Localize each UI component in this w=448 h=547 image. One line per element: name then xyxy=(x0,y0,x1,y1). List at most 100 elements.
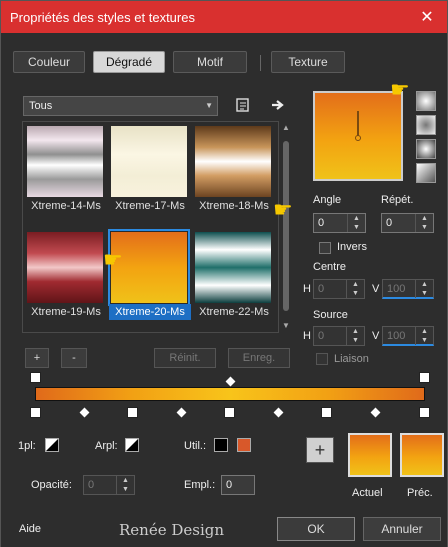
category-value: Tous xyxy=(29,100,53,112)
gradient-swatch xyxy=(27,232,103,303)
gradient-item[interactable]: Xtreme-14-Ms xyxy=(25,124,107,217)
window-title: Propriétés des styles et textures xyxy=(10,9,195,25)
first-plane-swatch[interactable] xyxy=(45,438,59,452)
gradient-item[interactable]: Xtreme-22-Ms xyxy=(193,230,275,323)
pointing-hand-icon: ☛ xyxy=(103,247,123,272)
gradient-name: Xtreme-20-Ms xyxy=(109,304,191,320)
gallery-scrollbar[interactable]: ▲ ▼ xyxy=(279,121,293,333)
center-v-input[interactable]: 100 ▲ ▼ xyxy=(382,279,434,299)
opacity-label: Opacité: xyxy=(31,479,72,491)
color-midpoint[interactable] xyxy=(79,407,90,418)
gradient-name: Xtreme-19-Ms xyxy=(31,306,101,318)
remove-button[interactable]: - xyxy=(61,348,87,368)
color-stop[interactable] xyxy=(419,407,430,418)
watermark-text: Renée Design xyxy=(119,521,225,539)
spinner-arrows-icon[interactable]: ▲ ▼ xyxy=(415,214,433,232)
opacity-midpoint[interactable] xyxy=(225,376,236,387)
title-bar: Propriétés des styles et textures ✕ xyxy=(1,1,447,33)
spinner-arrows-icon: ▲ ▼ xyxy=(415,327,433,345)
angle-handle-icon xyxy=(355,111,361,141)
linear-style-icon[interactable] xyxy=(416,91,436,111)
spinner-arrows-icon: ▲ ▼ xyxy=(346,280,364,298)
add-button[interactable]: + xyxy=(25,348,49,368)
current-label: Actuel xyxy=(352,487,383,499)
gradient-item[interactable]: Xtreme-19-Ms xyxy=(25,230,107,323)
gradient-preview[interactable] xyxy=(313,91,403,181)
spinner-arrows-icon: ▲ ▼ xyxy=(415,280,433,298)
background-label: Arpl: xyxy=(95,440,118,452)
radial-style-icon[interactable] xyxy=(416,139,436,159)
help-link[interactable]: Aide xyxy=(19,523,41,535)
angle-input[interactable]: 0 ▲ ▼ xyxy=(313,213,366,233)
invert-checkbox[interactable] xyxy=(319,242,331,254)
gradient-swatch xyxy=(195,232,271,303)
gradient-item-selected[interactable]: Xtreme-20-Ms xyxy=(108,229,191,323)
ok-button[interactable]: OK xyxy=(277,517,355,541)
spinner-arrows-icon[interactable]: ▲ ▼ xyxy=(347,214,365,232)
pointing-hand-icon: ☛ xyxy=(390,77,410,102)
gradient-item[interactable]: Xtreme-18-Ms xyxy=(193,124,275,217)
current-swatch[interactable] xyxy=(348,433,392,477)
cancel-button[interactable]: Annuler xyxy=(363,517,441,541)
tab-separator xyxy=(260,55,261,71)
center-v-label: V xyxy=(372,283,380,295)
source-v-input[interactable]: 100 ▲ ▼ xyxy=(382,326,434,346)
opacity-value: 0 xyxy=(88,479,95,491)
source-h-value: 0 xyxy=(318,330,325,342)
background-swatch[interactable] xyxy=(125,438,139,452)
save-button[interactable]: Enreg. xyxy=(228,348,290,368)
user-color-swatch-2[interactable] xyxy=(237,438,251,452)
category-dropdown[interactable]: Tous ▼ xyxy=(23,96,218,116)
add-to-swatches-button[interactable]: + xyxy=(306,437,334,463)
scrollbar-thumb[interactable] xyxy=(283,141,289,311)
angle-value: 0 xyxy=(318,217,325,229)
source-h-input[interactable]: 0 ▲ ▼ xyxy=(313,326,365,346)
previous-swatch[interactable] xyxy=(400,433,444,477)
source-h-label: H xyxy=(303,330,311,342)
color-midpoint[interactable] xyxy=(273,407,284,418)
scroll-down-icon[interactable]: ▼ xyxy=(281,321,291,331)
location-input[interactable]: 0 xyxy=(221,475,255,495)
opacity-input[interactable]: 0 ▲ ▼ xyxy=(83,475,135,495)
center-label: Centre xyxy=(313,261,347,273)
chevron-down-icon: ▼ xyxy=(205,101,213,110)
rectangular-style-icon[interactable] xyxy=(416,115,436,135)
tab-texture[interactable]: Texture xyxy=(271,51,345,73)
previous-label: Préc. xyxy=(407,487,433,499)
arrow-right-icon[interactable] xyxy=(269,96,287,114)
center-h-input[interactable]: 0 ▲ ▼ xyxy=(313,279,365,299)
bottom-bar: Aide Renée Design OK Annuler xyxy=(1,511,447,547)
scroll-up-icon[interactable]: ▲ xyxy=(281,123,291,133)
styles-textures-dialog: Propriétés des styles et textures ✕ Coul… xyxy=(0,0,448,547)
repeat-input[interactable]: 0 ▲ ▼ xyxy=(381,213,434,233)
user-color-swatch-1[interactable] xyxy=(214,438,228,452)
gradient-gallery: Xtreme-14-Ms Xtreme-17-Ms Xtreme-18-Ms X… xyxy=(22,121,279,333)
link-checkbox[interactable] xyxy=(316,353,328,365)
color-stop[interactable] xyxy=(30,407,41,418)
user-label: Util.: xyxy=(184,440,206,452)
tab-degrade[interactable]: Dégradé xyxy=(93,51,165,73)
spinner-arrows-icon: ▲ ▼ xyxy=(346,327,364,345)
color-midpoint[interactable] xyxy=(370,407,381,418)
color-stop[interactable] xyxy=(127,407,138,418)
opacity-stop-left[interactable] xyxy=(30,372,41,383)
spinner-arrows-icon: ▲ ▼ xyxy=(116,476,134,494)
gradient-name: Xtreme-14-Ms xyxy=(31,200,101,212)
sunburst-style-icon[interactable] xyxy=(416,163,436,183)
invert-label: Invers xyxy=(337,241,367,253)
close-button[interactable]: ✕ xyxy=(413,5,441,29)
gradient-item[interactable]: Xtreme-17-Ms xyxy=(109,124,191,217)
color-stop[interactable] xyxy=(224,407,235,418)
opacity-stop-right[interactable] xyxy=(419,372,430,383)
tab-motif[interactable]: Motif xyxy=(173,51,247,73)
location-label: Empl.: xyxy=(184,479,216,491)
color-midpoint[interactable] xyxy=(176,407,187,418)
repeat-value: 0 xyxy=(386,217,393,229)
tab-couleur[interactable]: Couleur xyxy=(13,51,85,73)
reset-button[interactable]: Réinit. xyxy=(154,348,216,368)
link-label: Liaison xyxy=(334,353,369,365)
library-icon[interactable] xyxy=(234,96,252,114)
gradient-bar[interactable] xyxy=(35,387,425,401)
color-stop[interactable] xyxy=(321,407,332,418)
gradient-swatch xyxy=(111,126,187,197)
